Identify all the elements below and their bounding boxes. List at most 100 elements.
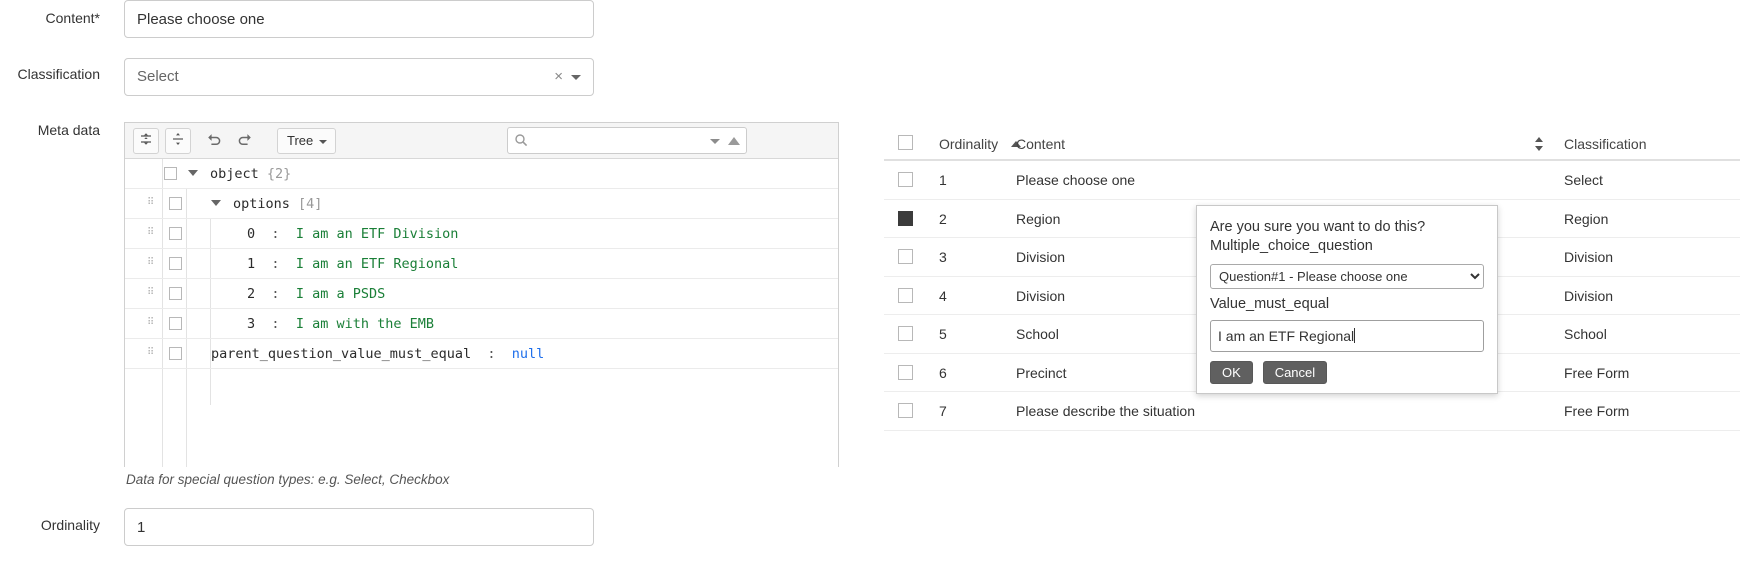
cell-content: Division (1016, 249, 1066, 265)
json-key: parent_question_value_must_equal (211, 346, 472, 362)
row-checkbox[interactable] (169, 227, 182, 240)
cell-classification: Select (1564, 172, 1603, 188)
cell-content: Please choose one (1016, 172, 1136, 188)
json-search-box[interactable] (507, 127, 747, 154)
dialog-buttons: OK Cancel (1210, 361, 1484, 384)
content-input[interactable]: Please choose one (124, 0, 594, 38)
drag-handle-icon[interactable]: ⠿ (147, 198, 157, 210)
json-value[interactable]: I am an ETF Regional (296, 256, 459, 272)
cell-ordinality: 3 (939, 249, 947, 265)
json-row[interactable]: ⠿ 2 : I am a PSDS (125, 279, 838, 309)
parent-question-select[interactable]: Question#1 - Please choose one (1210, 264, 1484, 289)
cell-content: Please describe the situation (1016, 403, 1195, 419)
cell-ordinality: 4 (939, 287, 947, 304)
select-all-checkbox[interactable] (898, 135, 913, 150)
cell-content: Region (1016, 210, 1061, 227)
cancel-button[interactable]: Cancel (1262, 361, 1328, 384)
json-tree: object {2} ⠿ options [4] ⠿ 0: I am an E… (125, 159, 838, 467)
row-checkbox[interactable] (169, 197, 182, 210)
text-caret (1354, 328, 1356, 343)
classification-label: Classification (17, 66, 100, 82)
json-row[interactable]: ⠿ 1 : I am an ETF Regional (125, 249, 838, 279)
chevron-up-icon[interactable] (728, 137, 740, 145)
row-checkbox[interactable] (169, 347, 182, 360)
drag-handle-icon[interactable]: ⠿ (147, 288, 157, 300)
classification-select[interactable]: Select × (124, 58, 594, 96)
content-label: Content* (45, 10, 100, 26)
json-row[interactable]: ⠿ parent_question_value_must_equal : nul… (125, 339, 838, 369)
cell-ordinality: 1 (939, 172, 947, 188)
row-checkbox[interactable] (169, 317, 182, 330)
chevron-down-icon[interactable] (188, 170, 198, 176)
confirm-dialog: Are you sure you want to do this? Multip… (1196, 205, 1498, 394)
cell-classification: School (1564, 326, 1607, 342)
json-index: 3 (247, 316, 256, 332)
table-row[interactable]: 7 Please describe the situation Free For… (884, 392, 1740, 431)
cell-classification: Free Form (1564, 403, 1630, 419)
dialog-subject: Multiple_choice_question (1210, 238, 1373, 254)
json-mode-label: Tree (287, 133, 314, 148)
question-form: Content* Please choose one Classificatio… (0, 0, 880, 565)
column-header-content[interactable]: Content (1016, 136, 1065, 152)
redo-icon[interactable] (231, 128, 257, 154)
cell-content: Division (1016, 287, 1066, 304)
json-row[interactable]: ⠿ options [4] (125, 189, 838, 219)
column-header-ordinality[interactable]: Ordinality (939, 136, 998, 152)
row-checkbox[interactable] (898, 287, 913, 303)
drag-handle-icon[interactable]: ⠿ (147, 348, 157, 360)
expand-all-icon[interactable] (133, 128, 159, 154)
row-checkbox[interactable] (898, 172, 913, 187)
undo-icon[interactable] (201, 128, 227, 154)
classification-select-value: Select (137, 68, 179, 85)
json-value[interactable]: I am an ETF Division (296, 226, 459, 242)
json-value[interactable]: I am with the EMB (296, 316, 434, 332)
cell-content: School (1016, 326, 1059, 342)
cell-classification: Region (1564, 210, 1609, 227)
json-value[interactable]: null (512, 346, 545, 362)
value-must-equal-input[interactable]: I am an ETF Regional (1210, 320, 1484, 352)
json-count: {2} (266, 166, 292, 182)
ordinality-label: Ordinality (40, 517, 100, 533)
dialog-question: Are you sure you want to do this? (1210, 219, 1426, 235)
column-header-classification[interactable]: Classification (1564, 136, 1646, 152)
json-mode-dropdown[interactable]: Tree (277, 128, 337, 154)
sort-none-icon[interactable] (1534, 137, 1544, 151)
table-header-row: Ordinality Content Classification (884, 128, 1740, 161)
chevron-down-icon[interactable] (571, 75, 581, 80)
cell-ordinality: 2 (939, 210, 947, 227)
search-icon (514, 133, 528, 147)
chevron-down-icon (319, 140, 328, 144)
row-checkbox[interactable] (164, 167, 177, 180)
json-row[interactable]: ⠿ 3 : I am with the EMB (125, 309, 838, 339)
chevron-down-icon[interactable] (710, 139, 720, 144)
json-key: options (233, 196, 290, 212)
ok-button[interactable]: OK (1210, 361, 1253, 384)
close-icon[interactable]: × (554, 59, 563, 95)
row-checkbox[interactable] (169, 287, 182, 300)
chevron-down-icon[interactable] (211, 200, 221, 206)
table-row[interactable]: 1 Please choose one Select (884, 161, 1740, 200)
value-must-equal-text: I am an ETF Regional (1218, 328, 1355, 344)
ordinality-input[interactable]: 1 (124, 508, 594, 546)
json-index: 0 (247, 226, 256, 242)
json-index: 1 (247, 256, 256, 272)
row-checkbox[interactable] (169, 257, 182, 270)
json-editor-toolbar: Tree (125, 123, 838, 159)
collapse-all-icon[interactable] (165, 128, 191, 154)
row-checkbox[interactable] (898, 249, 913, 264)
json-row[interactable]: object {2} (125, 159, 838, 189)
drag-handle-icon[interactable]: ⠿ (147, 228, 157, 240)
cell-ordinality: 7 (939, 403, 947, 419)
row-checkbox[interactable] (898, 364, 913, 380)
cell-content: Precinct (1016, 364, 1067, 381)
cell-classification: Division (1564, 287, 1614, 304)
json-row[interactable]: ⠿ 0 : I am an ETF Division (125, 219, 838, 249)
row-checkbox[interactable] (898, 210, 913, 226)
value-must-equal-label: Value_must_equal (1210, 296, 1330, 312)
row-checkbox[interactable] (898, 403, 913, 418)
drag-handle-icon[interactable]: ⠿ (147, 318, 157, 330)
drag-handle-icon[interactable]: ⠿ (147, 258, 157, 270)
json-value[interactable]: I am a PSDS (296, 286, 385, 302)
row-checkbox[interactable] (898, 326, 913, 341)
cell-classification: Division (1564, 249, 1614, 265)
